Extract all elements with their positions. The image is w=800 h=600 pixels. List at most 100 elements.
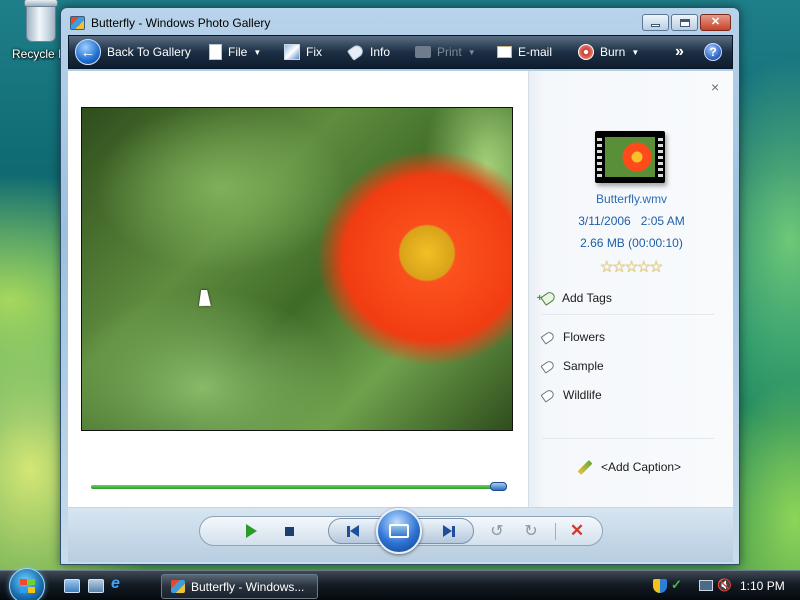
fix-label: Fix [306,45,322,59]
delete-icon: ✕ [569,521,585,540]
previous-icon [347,525,359,537]
taskbar: e Butterfly - Windows... ✓ 🔇 1:10 PM [0,568,800,600]
playback-controls: ↺ ↻ ✕ [68,508,733,562]
more-label: » [675,43,684,60]
film-strip-left [597,135,602,179]
tag-item[interactable]: Flowers [540,328,606,346]
tag-label: Sample [563,359,604,373]
email-label: E-mail [518,45,553,59]
file-label: File [228,45,248,59]
burn-menu-button[interactable]: Burn ▼ [578,36,639,68]
date-taken[interactable]: 3/11/2006 2:05 AM [529,214,734,228]
add-tag-icon: + [537,290,557,306]
back-to-gallery-button[interactable]: ← Back To Gallery [75,36,191,68]
tag-icon [346,43,366,61]
divider [555,523,556,540]
more-commands-button[interactable]: » [675,36,684,68]
burn-label: Burn [600,45,626,59]
taskbar-button-label: Butterfly - Windows... [191,579,305,594]
previous-button[interactable] [343,519,363,543]
chevron-down-icon: ▼ [467,47,476,57]
pen-icon [577,459,593,475]
rotate-left-icon: ↺ [490,523,504,540]
help-button[interactable]: ? [704,36,722,68]
maximize-icon [679,18,690,27]
chevron-down-icon: ▼ [631,47,640,57]
print-button[interactable]: Print ▼ [415,36,476,68]
thumbnail-frame [605,137,655,177]
fix-button[interactable]: Fix [284,36,322,68]
controls-pill: ↺ ↻ ✕ [199,508,603,554]
chevron-down-icon: ▼ [253,47,262,57]
film-strip-right [658,135,663,179]
close-button[interactable]: ✕ [700,14,731,31]
system-tray: ✓ 🔇 1:10 PM [645,571,800,600]
seek-bar-progress [91,485,498,489]
close-info-pane-button[interactable]: × [711,79,719,95]
clock[interactable]: 1:10 PM [740,579,785,593]
taskbar-button-photo-gallery[interactable]: Butterfly - Windows... [161,574,318,599]
add-tags-button[interactable]: + Add Tags [537,289,612,307]
info-button[interactable]: Info [346,36,391,68]
info-label: Info [370,45,391,59]
stop-button[interactable] [278,517,300,545]
play-button[interactable] [240,517,262,545]
internet-explorer-icon[interactable]: e [111,575,127,592]
back-arrow-icon: ← [75,39,101,65]
disc-icon [578,44,594,60]
network-icon[interactable] [699,580,713,591]
command-bar: ← Back To Gallery File ▼ Fix Info Print … [68,35,733,69]
rotate-counterclockwise-button[interactable]: ↺ [486,517,508,545]
divider [542,438,714,439]
add-tags-label: Add Tags [562,291,612,305]
file-menu-button[interactable]: File ▼ [209,36,261,68]
fix-icon [284,44,300,60]
minimize-icon [651,23,660,27]
stop-icon [284,526,294,536]
maximize-button[interactable] [671,14,698,31]
checkmark-icon[interactable]: ✓ [671,577,685,592]
video-frame[interactable] [81,107,513,431]
content-area: × Butterfly.wmv 3/11/2006 2:05 AM 2.66 M… [68,71,733,507]
rotate-clockwise-button[interactable]: ↻ [520,517,542,545]
video-viewer [68,71,528,507]
add-caption-label: <Add Caption> [601,460,682,474]
volume-muted-icon[interactable]: 🔇 [717,578,732,592]
file-name[interactable]: Butterfly.wmv [529,192,734,206]
tag-item[interactable]: Wildlife [540,386,602,404]
recycle-bin-icon [24,0,58,42]
delete-button[interactable]: ✕ [565,517,589,545]
minimize-button[interactable] [642,14,669,31]
slideshow-button[interactable] [376,508,422,554]
mouse-cursor-icon [198,290,214,306]
star-icon[interactable]: ☆ [649,259,663,276]
tag-item[interactable]: Sample [540,357,604,375]
tag-icon [540,387,556,403]
show-desktop-icon[interactable] [64,579,80,593]
windows-logo-icon [20,579,35,593]
seek-bar[interactable] [91,482,507,491]
back-to-gallery-label: Back To Gallery [107,45,191,59]
tag-label: Flowers [563,330,606,344]
email-button[interactable]: E-mail [497,36,552,68]
seek-bar-thumb[interactable] [489,482,507,491]
security-shield-icon[interactable] [653,579,667,593]
divider [542,314,714,315]
tag-icon [540,358,556,374]
document-icon [209,44,222,60]
title-bar[interactable]: Butterfly - Windows Photo Gallery ✕ [61,8,739,35]
tag-icon [540,329,556,345]
help-icon: ? [704,43,722,61]
star-rating[interactable]: ☆☆☆☆☆ [529,257,734,277]
video-thumbnail [595,131,665,183]
add-caption-button[interactable]: <Add Caption> [577,459,682,475]
start-button[interactable] [9,568,45,600]
printer-icon [415,46,431,58]
next-button[interactable] [439,519,459,543]
slideshow-icon [389,524,409,538]
email-icon [497,46,512,58]
print-label: Print [437,45,462,59]
photo-gallery-app-icon [70,16,85,30]
play-icon [245,524,257,538]
switch-windows-icon[interactable] [88,579,104,593]
